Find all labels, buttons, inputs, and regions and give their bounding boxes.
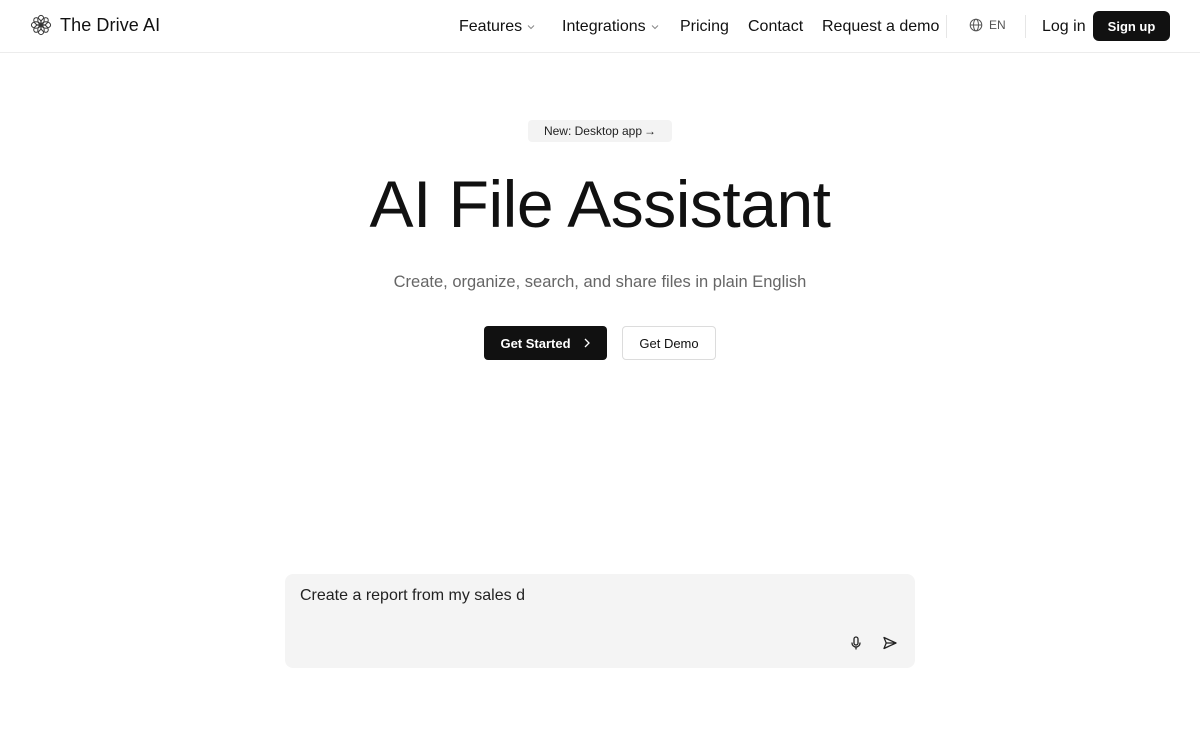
language-label: EN xyxy=(989,18,1006,32)
send-icon[interactable] xyxy=(882,635,898,651)
nav-features[interactable]: Features xyxy=(459,18,535,36)
nav-request-demo[interactable]: Request a demo xyxy=(822,18,939,36)
chevron-down-icon xyxy=(651,23,659,31)
nav-integrations[interactable]: Integrations xyxy=(562,18,659,36)
get-started-label: Get Started xyxy=(500,335,571,351)
nav-integrations-label: Integrations xyxy=(562,18,646,35)
get-demo-button[interactable]: Get Demo xyxy=(622,326,716,360)
desktop-app-badge[interactable]: New: Desktop app → xyxy=(528,120,672,142)
nav-features-label: Features xyxy=(459,18,523,35)
brand-logo-link[interactable]: The Drive AI xyxy=(30,14,160,36)
site-header: The Drive AI Features Integrations Prici… xyxy=(0,0,1200,53)
nav-contact[interactable]: Contact xyxy=(748,18,803,36)
chevron-down-icon xyxy=(527,23,535,31)
hero-title: AI File Assistant xyxy=(369,167,831,241)
login-link[interactable]: Log in xyxy=(1042,18,1086,36)
language-selector[interactable]: EN xyxy=(969,18,1006,32)
prompt-input[interactable]: Create a report from my sales d xyxy=(300,587,525,605)
nav-divider xyxy=(946,15,947,38)
microphone-icon[interactable] xyxy=(848,635,864,651)
badge-label: New: Desktop app xyxy=(543,124,643,138)
arrow-right-icon: → xyxy=(644,124,657,138)
nav-pricing[interactable]: Pricing xyxy=(680,18,729,36)
signup-button[interactable]: Sign up xyxy=(1093,11,1170,41)
flower-logo-icon xyxy=(30,14,52,36)
nav-divider xyxy=(1025,15,1026,38)
brand-name: The Drive AI xyxy=(60,14,161,35)
prompt-box[interactable]: Create a report from my sales d xyxy=(285,574,915,668)
get-started-button[interactable]: Get Started xyxy=(484,326,607,360)
hero-subtitle: Create, organize, search, and share file… xyxy=(393,273,807,291)
chevron-right-icon xyxy=(583,338,591,348)
globe-icon xyxy=(969,18,983,32)
